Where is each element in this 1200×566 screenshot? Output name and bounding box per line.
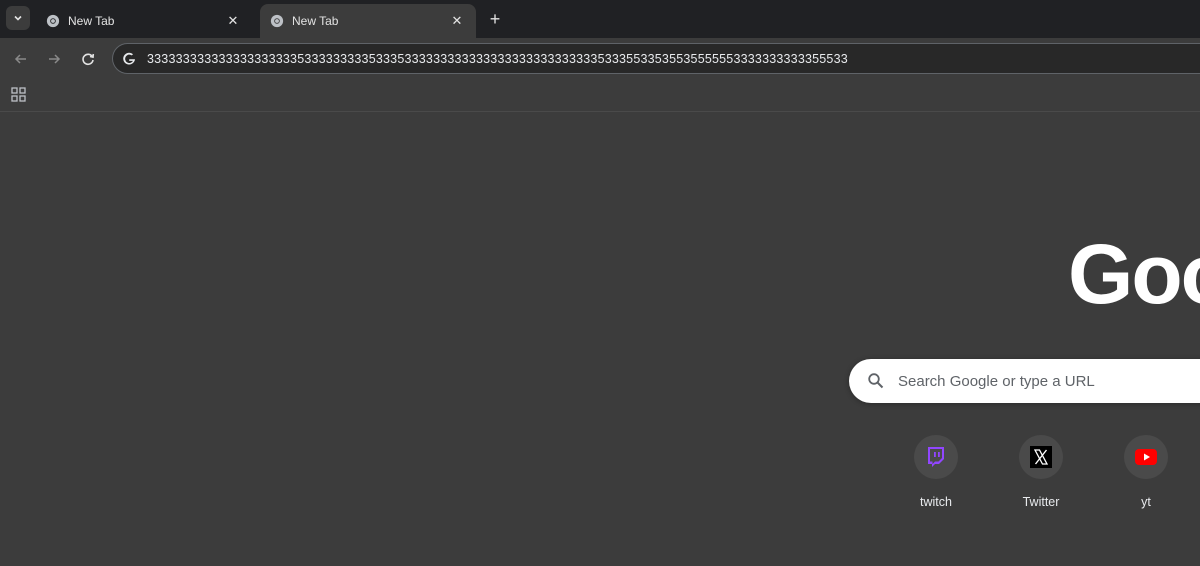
close-icon[interactable]: ✕: [448, 12, 466, 30]
address-bar[interactable]: 3333333333333333333335333333333533353333…: [112, 43, 1200, 74]
shortcut-tile[interactable]: [1019, 435, 1063, 479]
tab-inactive[interactable]: New Tab ✕: [36, 4, 252, 38]
forward-button[interactable]: [43, 48, 65, 70]
shortcut-twitch[interactable]: twitch: [896, 435, 976, 509]
arrow-left-icon: [14, 54, 26, 64]
reload-button[interactable]: [77, 48, 99, 70]
chrome-icon: [270, 14, 284, 28]
search-placeholder: Search Google or type a URL: [898, 372, 1095, 390]
shortcut-label: Twitter: [1022, 495, 1060, 509]
chrome-icon: [46, 14, 60, 28]
x-icon: [1030, 446, 1052, 468]
close-icon[interactable]: ✕: [224, 12, 242, 30]
google-g-icon: [123, 52, 135, 65]
youtube-icon: [1135, 449, 1157, 465]
tab-active[interactable]: New Tab ✕: [260, 4, 476, 38]
search-box[interactable]: Search Google or type a URL: [849, 359, 1200, 403]
plus-icon: +: [489, 8, 501, 29]
shortcut-yt[interactable]: yt: [1106, 435, 1186, 509]
search-icon: [868, 373, 884, 389]
shortcut-label: twitch: [920, 495, 952, 509]
shortcut-tile[interactable]: [1124, 435, 1168, 479]
tab-title: New Tab: [292, 14, 339, 28]
twitch-icon: [928, 447, 944, 467]
back-button[interactable]: [10, 48, 32, 70]
shortcut-twitter[interactable]: Twitter: [1001, 435, 1081, 509]
apps-grid-icon[interactable]: [10, 86, 28, 104]
new-tab-button[interactable]: +: [484, 8, 506, 30]
address-bar-text[interactable]: 3333333333333333333335333333333533353333…: [147, 52, 848, 66]
shortcut-label: yt: [1141, 495, 1151, 509]
arrow-right-icon: [49, 54, 61, 64]
bookmarks-bar: [0, 80, 1200, 112]
tab-strip: New Tab ✕ New Tab ✕ +: [0, 0, 1200, 38]
shortcut-tile[interactable]: [914, 435, 958, 479]
google-logo: Goo: [1068, 227, 1200, 321]
toolbar: 3333333333333333333335333333333533353333…: [0, 38, 1200, 80]
tab-search-button[interactable]: [6, 6, 30, 30]
chevron-down-icon: [14, 15, 22, 21]
reload-icon: [82, 53, 95, 66]
tab-title: New Tab: [68, 14, 115, 28]
